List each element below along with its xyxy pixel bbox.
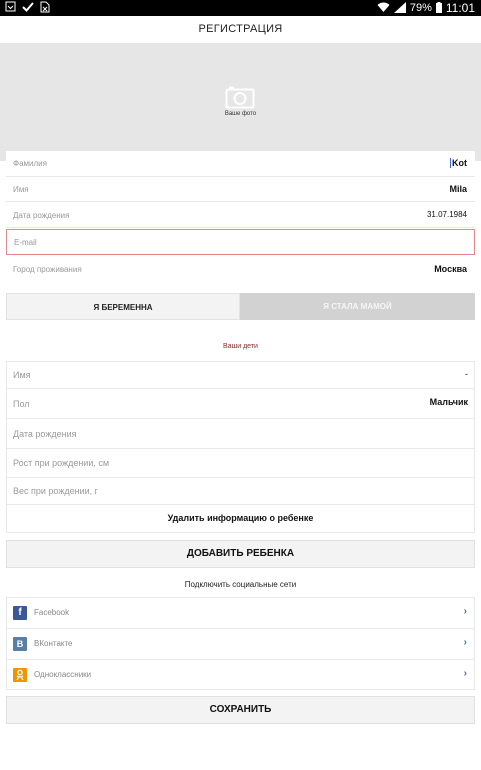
child-name-value: - xyxy=(465,369,468,379)
child-weight-field[interactable]: Вес при рождении, г xyxy=(7,478,474,505)
child-height-field[interactable]: Рост при рождении, см xyxy=(7,449,474,478)
status-bar-system: 79% 11:01 xyxy=(377,0,475,16)
email-field[interactable]: E-mail xyxy=(6,229,475,255)
child-gender-value: Мальчик xyxy=(429,397,468,407)
save-button[interactable]: СОХРАНИТЬ xyxy=(6,696,475,724)
first-name-field[interactable]: Имя Mila xyxy=(6,177,475,202)
camera-icon xyxy=(225,85,255,109)
check-icon xyxy=(22,1,34,13)
photo-upload-area[interactable]: Ваше фото xyxy=(0,43,481,161)
email-label: E-mail xyxy=(14,238,37,247)
surname-value: Kot xyxy=(450,158,467,168)
child-gender-field[interactable]: Пол Мальчик xyxy=(7,389,474,419)
vk-icon: B xyxy=(13,637,27,651)
kids-section-title: Ваши дети xyxy=(223,343,258,350)
signal-icon xyxy=(393,2,406,14)
add-child-button[interactable]: ДОБАВИТЬ РЕБЕНКА xyxy=(6,540,475,568)
surname-label: Фамилия xyxy=(13,159,47,168)
social-item-vkontakte[interactable]: B ВКонтакте › xyxy=(7,629,474,660)
child-name-label: Имя xyxy=(13,370,31,380)
social-item-odnoklassniki[interactable]: Одноклассники › xyxy=(7,660,474,689)
social-item-label: ВКонтакте xyxy=(34,639,73,648)
facebook-icon: f xyxy=(13,606,27,620)
status-bar: 79% 11:01 xyxy=(0,0,481,16)
chevron-right-icon: › xyxy=(463,606,467,617)
first-name-label: Имя xyxy=(13,185,29,194)
delete-child-button[interactable]: Удалить информацию о ребенке xyxy=(7,505,474,532)
status-toggle: Я БЕРЕМЕННА Я СТАЛА МАМОЙ xyxy=(6,293,475,320)
social-item-label: Facebook xyxy=(34,608,70,617)
download-icon xyxy=(5,1,16,13)
wifi-icon xyxy=(377,2,390,14)
odnoklassniki-icon xyxy=(13,668,27,682)
chevron-right-icon: › xyxy=(463,668,467,679)
file-icon xyxy=(40,1,50,13)
page-title: РЕГИСТРАЦИЯ xyxy=(198,23,283,35)
social-networks-list: f Facebook › B ВКонтакте › Одноклассники… xyxy=(6,597,475,690)
child-birth-date-field[interactable]: Дата рождения xyxy=(7,419,474,449)
birth-date-value: 31.07.1984 xyxy=(426,210,467,219)
pregnant-option[interactable]: Я БЕРЕМЕННА xyxy=(6,293,240,320)
child-height-label: Рост при рождении, см xyxy=(13,458,110,468)
child-gender-label: Пол xyxy=(13,399,30,409)
first-name-value: Mila xyxy=(449,184,467,194)
city-field[interactable]: Город проживания Москва xyxy=(6,256,475,284)
child-weight-label: Вес при рождении, г xyxy=(13,486,98,496)
child-birth-date-label: Дата рождения xyxy=(13,429,77,439)
surname-field[interactable]: Фамилия Kot xyxy=(6,151,475,177)
social-section-title: Подключить социальные сети xyxy=(184,580,297,589)
battery-icon xyxy=(435,2,442,14)
photo-label: Ваше фото xyxy=(224,111,257,117)
city-value: Москва xyxy=(434,264,467,274)
social-item-label: Одноклассники xyxy=(34,670,92,679)
status-bar-notifications xyxy=(5,1,50,13)
became-mom-option[interactable]: Я СТАЛА МАМОЙ xyxy=(240,293,475,320)
city-label: Город проживания xyxy=(13,265,82,274)
clock: 11:01 xyxy=(445,1,475,15)
child-name-field[interactable]: Имя - xyxy=(7,362,474,389)
chevron-right-icon: › xyxy=(463,637,467,648)
birth-date-field[interactable]: Дата рождения 31.07.1984 xyxy=(6,202,475,228)
birth-date-label: Дата рождения xyxy=(13,211,70,220)
social-item-facebook[interactable]: f Facebook › xyxy=(7,598,474,629)
battery-percentage: 79% xyxy=(409,2,432,14)
kids-form: Имя - Пол Мальчик Дата рождения Рост при… xyxy=(6,361,475,533)
